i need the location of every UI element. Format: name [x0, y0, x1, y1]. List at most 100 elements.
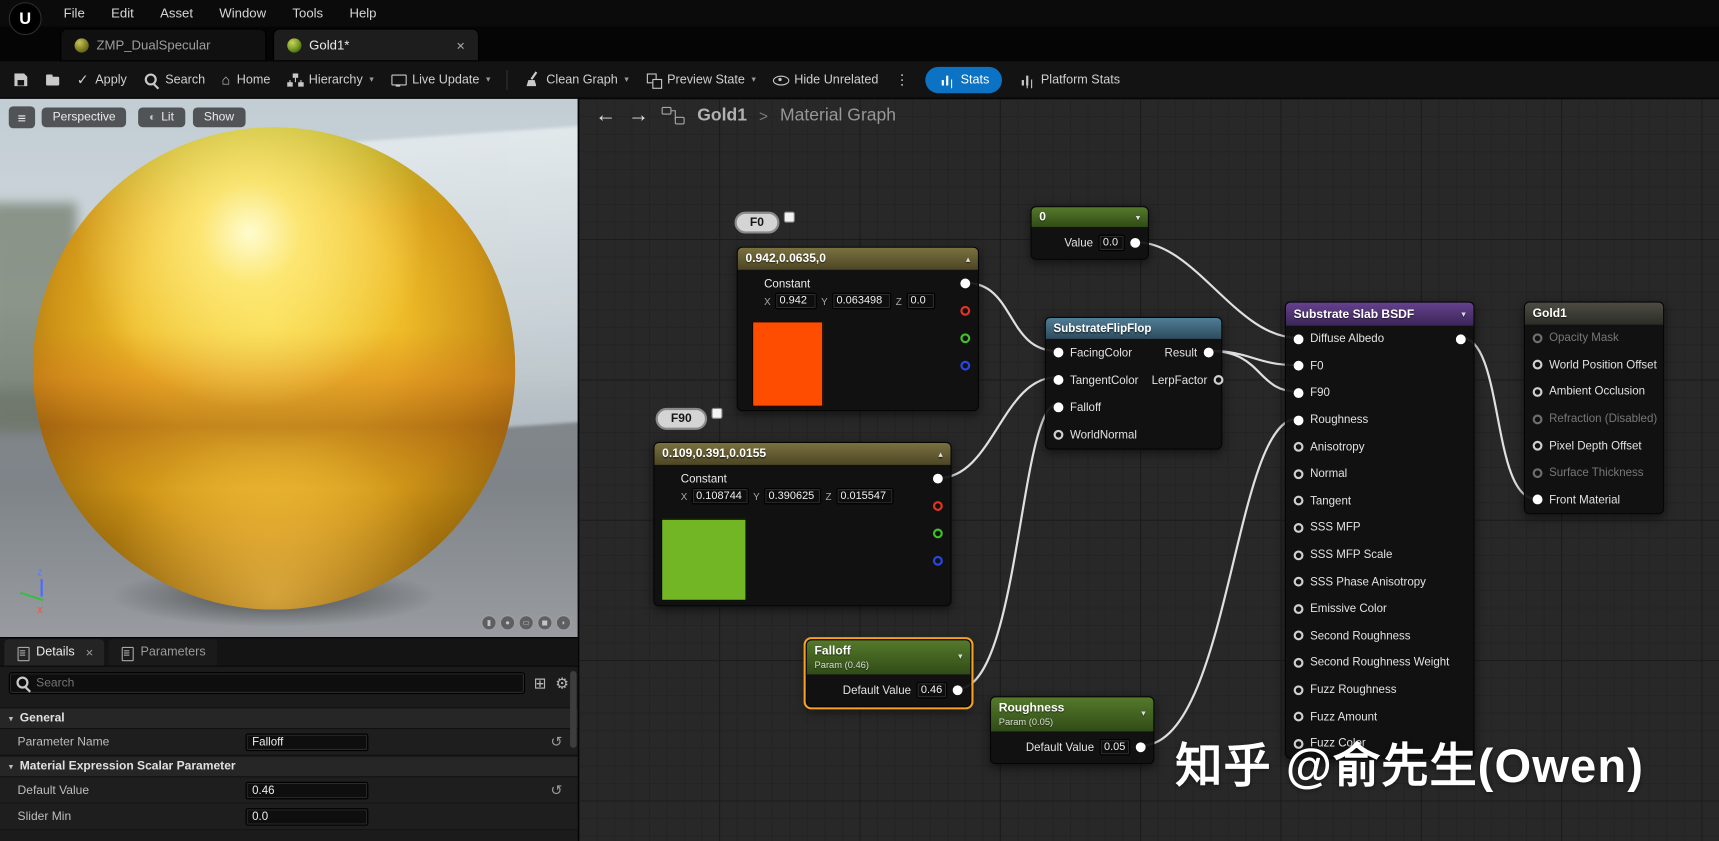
r-output-pin[interactable] — [960, 305, 971, 316]
input-pin-sss-mfp-scale[interactable] — [1293, 549, 1304, 560]
x-value-input[interactable] — [775, 292, 817, 310]
hide-unrelated-button[interactable]: Hide Unrelated — [772, 72, 878, 87]
parameter-name-input[interactable] — [245, 733, 369, 751]
slider-min-input[interactable] — [245, 807, 369, 826]
node-header[interactable]: 0.109,0.391,0.0155 ▴ — [654, 442, 951, 465]
save-icon[interactable] — [13, 72, 28, 87]
node-falloff-param[interactable]: Falloff Param (0.46) ▾ Default Value — [805, 639, 972, 708]
input-pin-roughness[interactable] — [1293, 415, 1304, 425]
menu-edit[interactable]: Edit — [111, 5, 134, 20]
named-reroute-f0[interactable]: F0 — [734, 211, 795, 234]
overflow-menu-icon[interactable]: ⋮ — [895, 71, 909, 89]
apply-button[interactable]: ✓ Apply — [77, 72, 127, 86]
browse-to-asset-icon[interactable] — [45, 72, 60, 87]
node-header[interactable]: Falloff Param (0.46) ▾ — [806, 640, 971, 675]
sphere-mesh-icon[interactable]: ● — [499, 615, 516, 631]
node-header[interactable]: Substrate Slab BSDF ▾ — [1285, 302, 1474, 326]
collapse-icon[interactable]: ▾ — [1136, 212, 1140, 222]
input-pin-emissive-color[interactable] — [1293, 603, 1304, 614]
section-general[interactable]: ▾ General — [0, 707, 578, 730]
tab-parameters[interactable]: Parameters — [108, 639, 217, 666]
node-header[interactable]: 0 ▾ — [1031, 207, 1148, 227]
output-pin-lerpfactor[interactable] — [1213, 375, 1224, 385]
breadcrumb-asset[interactable]: Gold1 — [697, 106, 747, 126]
node-roughness-param[interactable]: Roughness Param (0.05) ▾ Default Value — [989, 696, 1155, 765]
menu-asset[interactable]: Asset — [160, 5, 193, 20]
input-pin-falloff[interactable] — [1053, 402, 1064, 413]
reroute-pin[interactable] — [783, 211, 795, 223]
node-scalar-zero[interactable]: 0 ▾ Value — [1030, 206, 1149, 260]
input-pin-pixel-depth-offset[interactable] — [1532, 440, 1543, 451]
color-swatch-orange[interactable] — [752, 321, 824, 407]
value-input[interactable] — [1098, 234, 1125, 252]
section-scalar-parameter[interactable]: ▾ Material Expression Scalar Parameter — [0, 755, 578, 778]
plane-mesh-icon[interactable]: ▭ — [518, 615, 534, 631]
collapse-icon[interactable]: ▴ — [966, 254, 970, 264]
z-value-input[interactable] — [835, 487, 893, 505]
input-pin-fuzz-amount[interactable] — [1293, 711, 1304, 722]
clean-graph-button[interactable]: Clean Graph ▾ — [524, 72, 628, 87]
input-pin-f0[interactable] — [1293, 361, 1304, 372]
node-constant-f90[interactable]: 0.109,0.391,0.0155 ▴ Constant X Y Z — [653, 441, 952, 607]
unreal-logo[interactable]: U — [8, 2, 42, 36]
node-material-output-gold1[interactable]: Gold1 Opacity Mask World Position Offset… — [1523, 301, 1665, 515]
rgb-output-pin[interactable] — [932, 473, 943, 484]
lit-button[interactable]: ◐ Lit — [138, 107, 185, 128]
g-output-pin[interactable] — [932, 528, 943, 539]
input-pin-worldnormal[interactable] — [1053, 429, 1064, 440]
details-scrollbar[interactable] — [570, 671, 577, 748]
default-value-input[interactable] — [245, 781, 369, 799]
collapse-icon[interactable]: ▾ — [1141, 708, 1145, 718]
input-pin-facingcolor[interactable] — [1053, 347, 1064, 358]
breadcrumb-page[interactable]: Material Graph — [780, 106, 896, 126]
collapse-icon[interactable]: ▾ — [958, 651, 962, 661]
named-reroute-f90[interactable]: F90 — [655, 407, 723, 430]
home-button[interactable]: ⌂ Home — [222, 72, 271, 86]
input-pin-f90[interactable] — [1293, 388, 1304, 399]
cube-mesh-icon[interactable]: ◼ — [537, 615, 553, 631]
default-value-input[interactable] — [1099, 739, 1131, 756]
input-pin-ambient-occlusion[interactable] — [1532, 387, 1543, 397]
b-output-pin[interactable] — [932, 555, 943, 566]
node-header[interactable]: SubstrateFlipFlop — [1045, 317, 1222, 339]
node-substrate-slab-bsdf[interactable]: Substrate Slab BSDF ▾ Diffuse Albedo F0 … — [1284, 301, 1475, 759]
input-pin-sss-phase-anisotropy[interactable] — [1293, 576, 1304, 587]
gear-icon[interactable]: ⚙ — [555, 674, 569, 693]
output-pin-result[interactable] — [1203, 347, 1214, 358]
stats-button[interactable]: Stats — [925, 66, 1003, 93]
platform-stats-button[interactable]: Platform Stats — [1019, 72, 1120, 87]
color-swatch-green[interactable] — [661, 518, 747, 601]
input-pin-fuzz-roughness[interactable] — [1293, 684, 1304, 695]
node-constant-f0[interactable]: 0.942,0.0635,0 ▴ Constant X Y Z — [736, 246, 979, 412]
input-pin-sss-mfp[interactable] — [1293, 522, 1304, 533]
rgb-output-pin[interactable] — [960, 278, 971, 289]
input-pin-second-roughness[interactable] — [1293, 630, 1304, 641]
input-pin-second-roughness-weight[interactable] — [1293, 657, 1304, 668]
output-pin[interactable] — [1130, 237, 1141, 248]
r-output-pin[interactable] — [932, 501, 943, 511]
bsdf-output-pin[interactable] — [1455, 334, 1466, 345]
input-pin-normal[interactable] — [1293, 469, 1304, 479]
hierarchy-button[interactable]: Hierarchy ▾ — [287, 72, 374, 87]
forward-arrow-icon[interactable]: → — [628, 105, 649, 126]
details-search-input[interactable] — [8, 672, 525, 695]
tab-gold1[interactable]: Gold1* × — [272, 28, 480, 62]
perspective-button[interactable]: Perspective — [41, 107, 127, 128]
input-pin-world-position-offset[interactable] — [1532, 360, 1543, 370]
y-value-input[interactable] — [832, 292, 892, 310]
collapse-icon[interactable]: ▴ — [938, 449, 942, 459]
input-pin-front-material[interactable] — [1532, 494, 1543, 505]
reroute-pin[interactable] — [711, 407, 723, 419]
node-header[interactable]: Gold1 — [1524, 302, 1664, 325]
menu-file[interactable]: File — [64, 5, 85, 20]
preview-state-button[interactable]: Preview State ▾ — [645, 72, 756, 89]
viewport-menu-icon[interactable]: ≡ — [8, 106, 36, 129]
node-substrate-flipflop[interactable]: SubstrateFlipFlop FacingColor Result Tan… — [1044, 316, 1224, 450]
default-value-input[interactable] — [916, 682, 948, 699]
input-pin-refraction[interactable] — [1532, 414, 1543, 424]
node-header[interactable]: 0.942,0.0635,0 ▴ — [737, 247, 978, 270]
back-arrow-icon[interactable]: ← — [595, 105, 616, 126]
collapse-icon[interactable]: ▾ — [1461, 309, 1465, 319]
input-pin-anisotropy[interactable] — [1293, 442, 1304, 452]
reset-to-default-icon[interactable]: ↺ — [550, 781, 562, 799]
